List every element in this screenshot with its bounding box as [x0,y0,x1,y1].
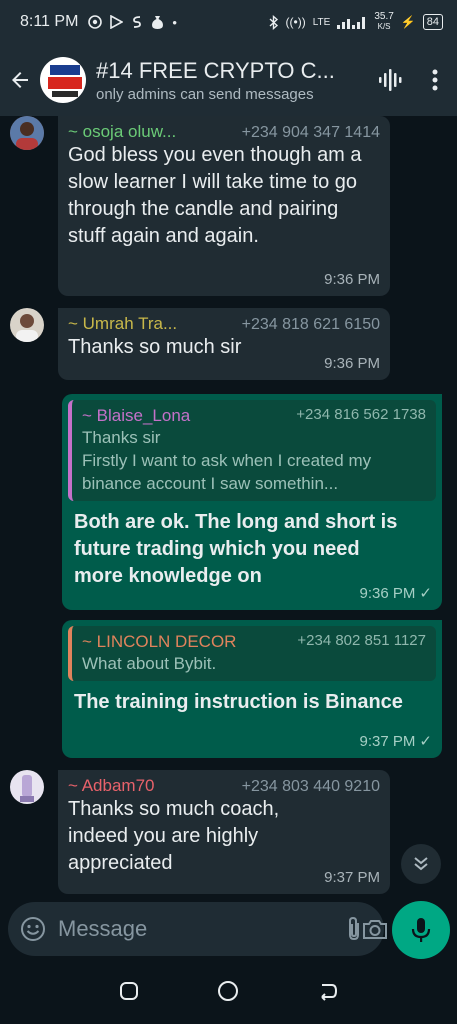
message-meta: 9:37 PM [324,869,380,886]
network-type: LTE [312,16,331,28]
sender-phone: +234 904 347 1414 [241,124,380,141]
message-header: ~ osoja oluw... +234 904 347 1414 [68,122,380,142]
group-subtitle: only admins can send messages [96,85,314,103]
hotspot-icon: ((•)) [285,15,306,29]
money-bag-icon [152,15,164,29]
quote-text-line: What about Bybit. [82,654,217,673]
shazam-icon [133,16,142,28]
avatar-banner-middle [48,77,82,89]
person-photo-icon [10,308,44,342]
quote-sender: ~ LINCOLN DECOR [82,632,237,651]
quoted-message[interactable]: ~ Blaise_Lona +234 816 562 1738 Thanks s… [68,400,436,501]
group-title: #14 FREE CRYPTO C... [96,57,335,83]
person-photo-icon [10,116,44,150]
group-avatar[interactable] [40,57,86,103]
message-time: 9:36 PM [324,355,380,372]
sender-name[interactable]: ~ Umrah Tra... [68,314,177,334]
signal-icon [337,17,366,29]
avatar-banner-top [50,65,80,75]
network-speed: 35.7 K/S [374,11,394,32]
waveform-icon [379,69,402,91]
message-bubble-outgoing[interactable]: ~ Blaise_Lona +234 816 562 1738 Thanks s… [62,394,442,610]
back-arrow-icon [321,983,337,1001]
message-meta: 9:36 PM [324,355,380,372]
bluetooth-icon [269,14,278,30]
play-store-icon [110,15,124,29]
quote-text-line: Thanks sir [82,428,161,447]
charging-icon: ⚡ [400,15,416,29]
quote-header: ~ Blaise_Lona +234 816 562 1738 [82,406,426,426]
recents-icon [120,981,139,1000]
system-navigation-bar [0,962,457,1024]
message-input-container[interactable] [8,902,387,956]
more-options-button[interactable] [413,69,457,91]
voice-chat-button[interactable] [369,68,413,92]
message-time: 9:36 PM [324,271,380,288]
person-photo-icon [10,770,44,804]
battery-level: 84 [422,14,443,30]
more-vertical-icon [432,69,438,91]
message-bubble[interactable]: ~ Adbam70 +234 803 440 9210 Thanks so mu… [58,770,390,894]
group-info[interactable]: #14 FREE CRYPTO C... only admins can sen… [96,58,369,103]
voice-record-button[interactable] [392,901,450,959]
avatar-banner-bottom [52,91,78,97]
quote-phone: +234 802 851 1127 [297,632,426,649]
chat-header: #14 FREE CRYPTO C... only admins can sen… [0,44,457,116]
app-notification-icon [88,15,103,29]
camera-icon [363,920,387,939]
sender-name[interactable]: ~ Adbam70 [68,776,155,796]
message-bubble[interactable]: ~ osoja oluw... +234 904 347 1414 God bl… [58,116,390,296]
message-header: ~ Adbam70 +234 803 440 9210 [68,776,380,796]
quote-sender: ~ Blaise_Lona [82,406,191,425]
message-time: 9:36 PM [359,584,416,602]
message-bubble-outgoing[interactable]: ~ LINCOLN DECOR +234 802 851 1127 What a… [62,620,442,758]
home-circle-icon [218,980,239,1001]
back-button[interactable] [0,68,40,92]
scroll-to-bottom-button[interactable] [401,844,441,884]
more-notifications-dot: • [172,14,177,30]
sender-phone: +234 818 621 6150 [241,316,380,333]
notification-icons: • [88,15,177,30]
message-time: 9:37 PM [359,732,416,750]
emoji-button[interactable] [20,916,46,942]
message-input[interactable] [58,916,346,942]
message-text: God bless you even though am a slow lear… [68,144,362,247]
sent-check-icon: ✓ [419,585,432,602]
message-meta: 9:37 PM ✓ [359,732,432,751]
message-meta: 9:36 PM ✓ [359,584,432,603]
camera-button[interactable] [362,918,388,940]
message-header: ~ Umrah Tra... +234 818 621 6150 [68,314,380,334]
paperclip-icon [349,916,359,941]
message-meta: 9:36 PM [324,271,380,288]
message-bubble[interactable]: ~ Umrah Tra... +234 818 621 6150 Thanks … [58,308,390,380]
microphone-icon [411,918,431,942]
sender-phone: +234 803 440 9210 [241,778,380,795]
quoted-message[interactable]: ~ LINCOLN DECOR +234 802 851 1127 What a… [68,626,436,681]
system-status: ((•)) LTE 35.7 K/S ⚡ 84 [269,12,443,32]
recent-apps-button[interactable] [118,980,140,1007]
quote-phone: +234 816 562 1738 [296,406,426,423]
status-time: 8:11 PM [20,13,79,30]
message-time: 9:37 PM [324,869,380,886]
avatar[interactable] [10,770,44,804]
composer-bar [0,898,457,962]
double-chevron-down-icon [414,857,428,871]
home-button[interactable] [216,979,240,1008]
quote-text-line: Firstly I want to ask when I created my … [82,451,372,493]
message-text: The training instruction is Binance [74,691,403,713]
emoji-icon [21,917,45,941]
message-text: Thanks so much coach, indeed you are hig… [68,798,280,874]
sender-name[interactable]: ~ osoja oluw... [68,122,176,142]
chat-area[interactable]: ~ osoja oluw... +234 904 347 1414 God bl… [0,116,457,900]
status-bar: 8:11 PM • ((•)) LTE 35.7 K/S ⚡ 84 [0,0,457,44]
avatar[interactable] [10,308,44,342]
back-nav-button[interactable] [317,980,339,1007]
quote-header: ~ LINCOLN DECOR +234 802 851 1127 [82,632,426,652]
message-text: Both are ok. The long and short is futur… [74,511,398,587]
avatar[interactable] [10,116,44,150]
attach-button[interactable] [346,916,362,942]
arrow-left-icon [12,72,28,88]
sent-check-icon: ✓ [419,733,432,750]
